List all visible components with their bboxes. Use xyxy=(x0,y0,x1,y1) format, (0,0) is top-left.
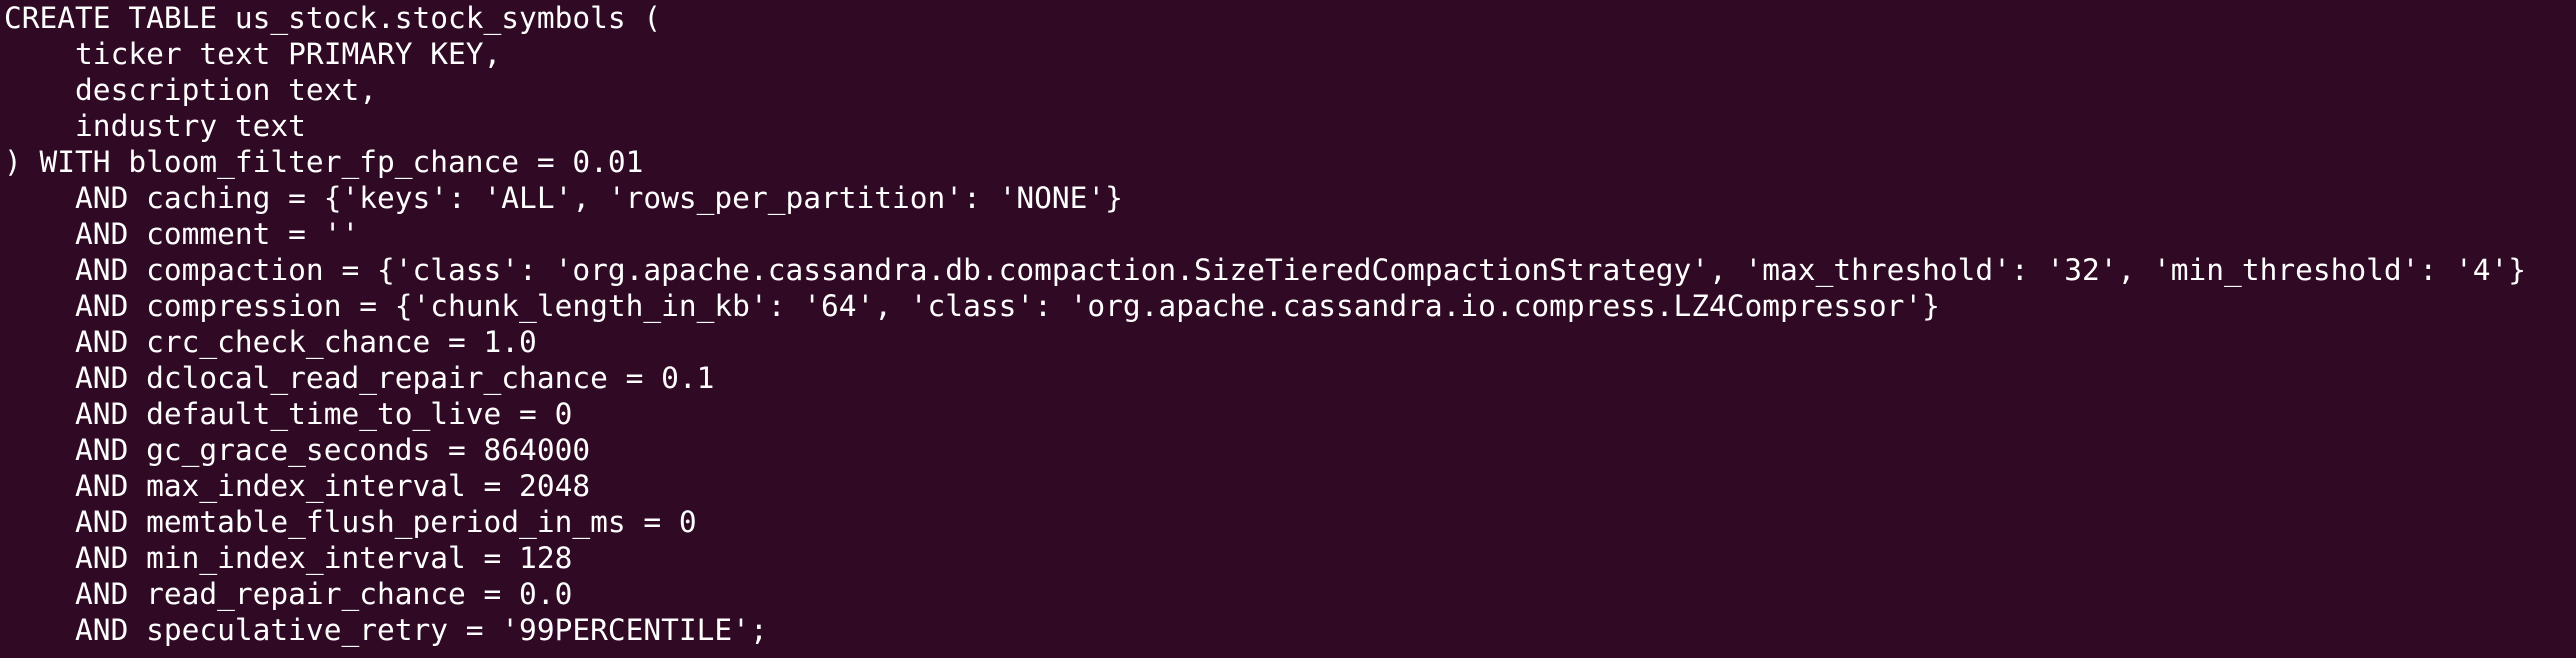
terminal-line: description text, xyxy=(4,73,377,107)
terminal-line: AND speculative_retry = '99PERCENTILE'; xyxy=(4,613,768,647)
terminal-line: AND compression = {'chunk_length_in_kb':… xyxy=(4,289,1940,323)
terminal-line: industry text xyxy=(4,109,306,143)
terminal-line: ticker text PRIMARY KEY, xyxy=(4,37,502,71)
terminal-line: AND comment = '' xyxy=(4,217,360,251)
terminal-line: AND min_index_interval = 128 xyxy=(4,541,573,575)
terminal-line: AND memtable_flush_period_in_ms = 0 xyxy=(4,505,697,539)
terminal-line: AND max_index_interval = 2048 xyxy=(4,469,591,503)
terminal-line: AND compaction = {'class': 'org.apache.c… xyxy=(4,253,2526,287)
terminal-line: AND crc_check_chance = 1.0 xyxy=(4,325,537,359)
terminal-line: CREATE TABLE us_stock.stock_symbols ( xyxy=(4,1,662,35)
terminal-line: ) WITH bloom_filter_fp_chance = 0.01 xyxy=(4,145,644,179)
terminal-line: AND dclocal_read_repair_chance = 0.1 xyxy=(4,361,715,395)
terminal-window[interactable]: CREATE TABLE us_stock.stock_symbols ( ti… xyxy=(0,0,2576,658)
terminal-line: AND default_time_to_live = 0 xyxy=(4,397,573,431)
terminal-line: AND gc_grace_seconds = 864000 xyxy=(4,433,591,467)
terminal-line: AND read_repair_chance = 0.0 xyxy=(4,577,573,611)
terminal-line: AND caching = {'keys': 'ALL', 'rows_per_… xyxy=(4,181,1123,215)
